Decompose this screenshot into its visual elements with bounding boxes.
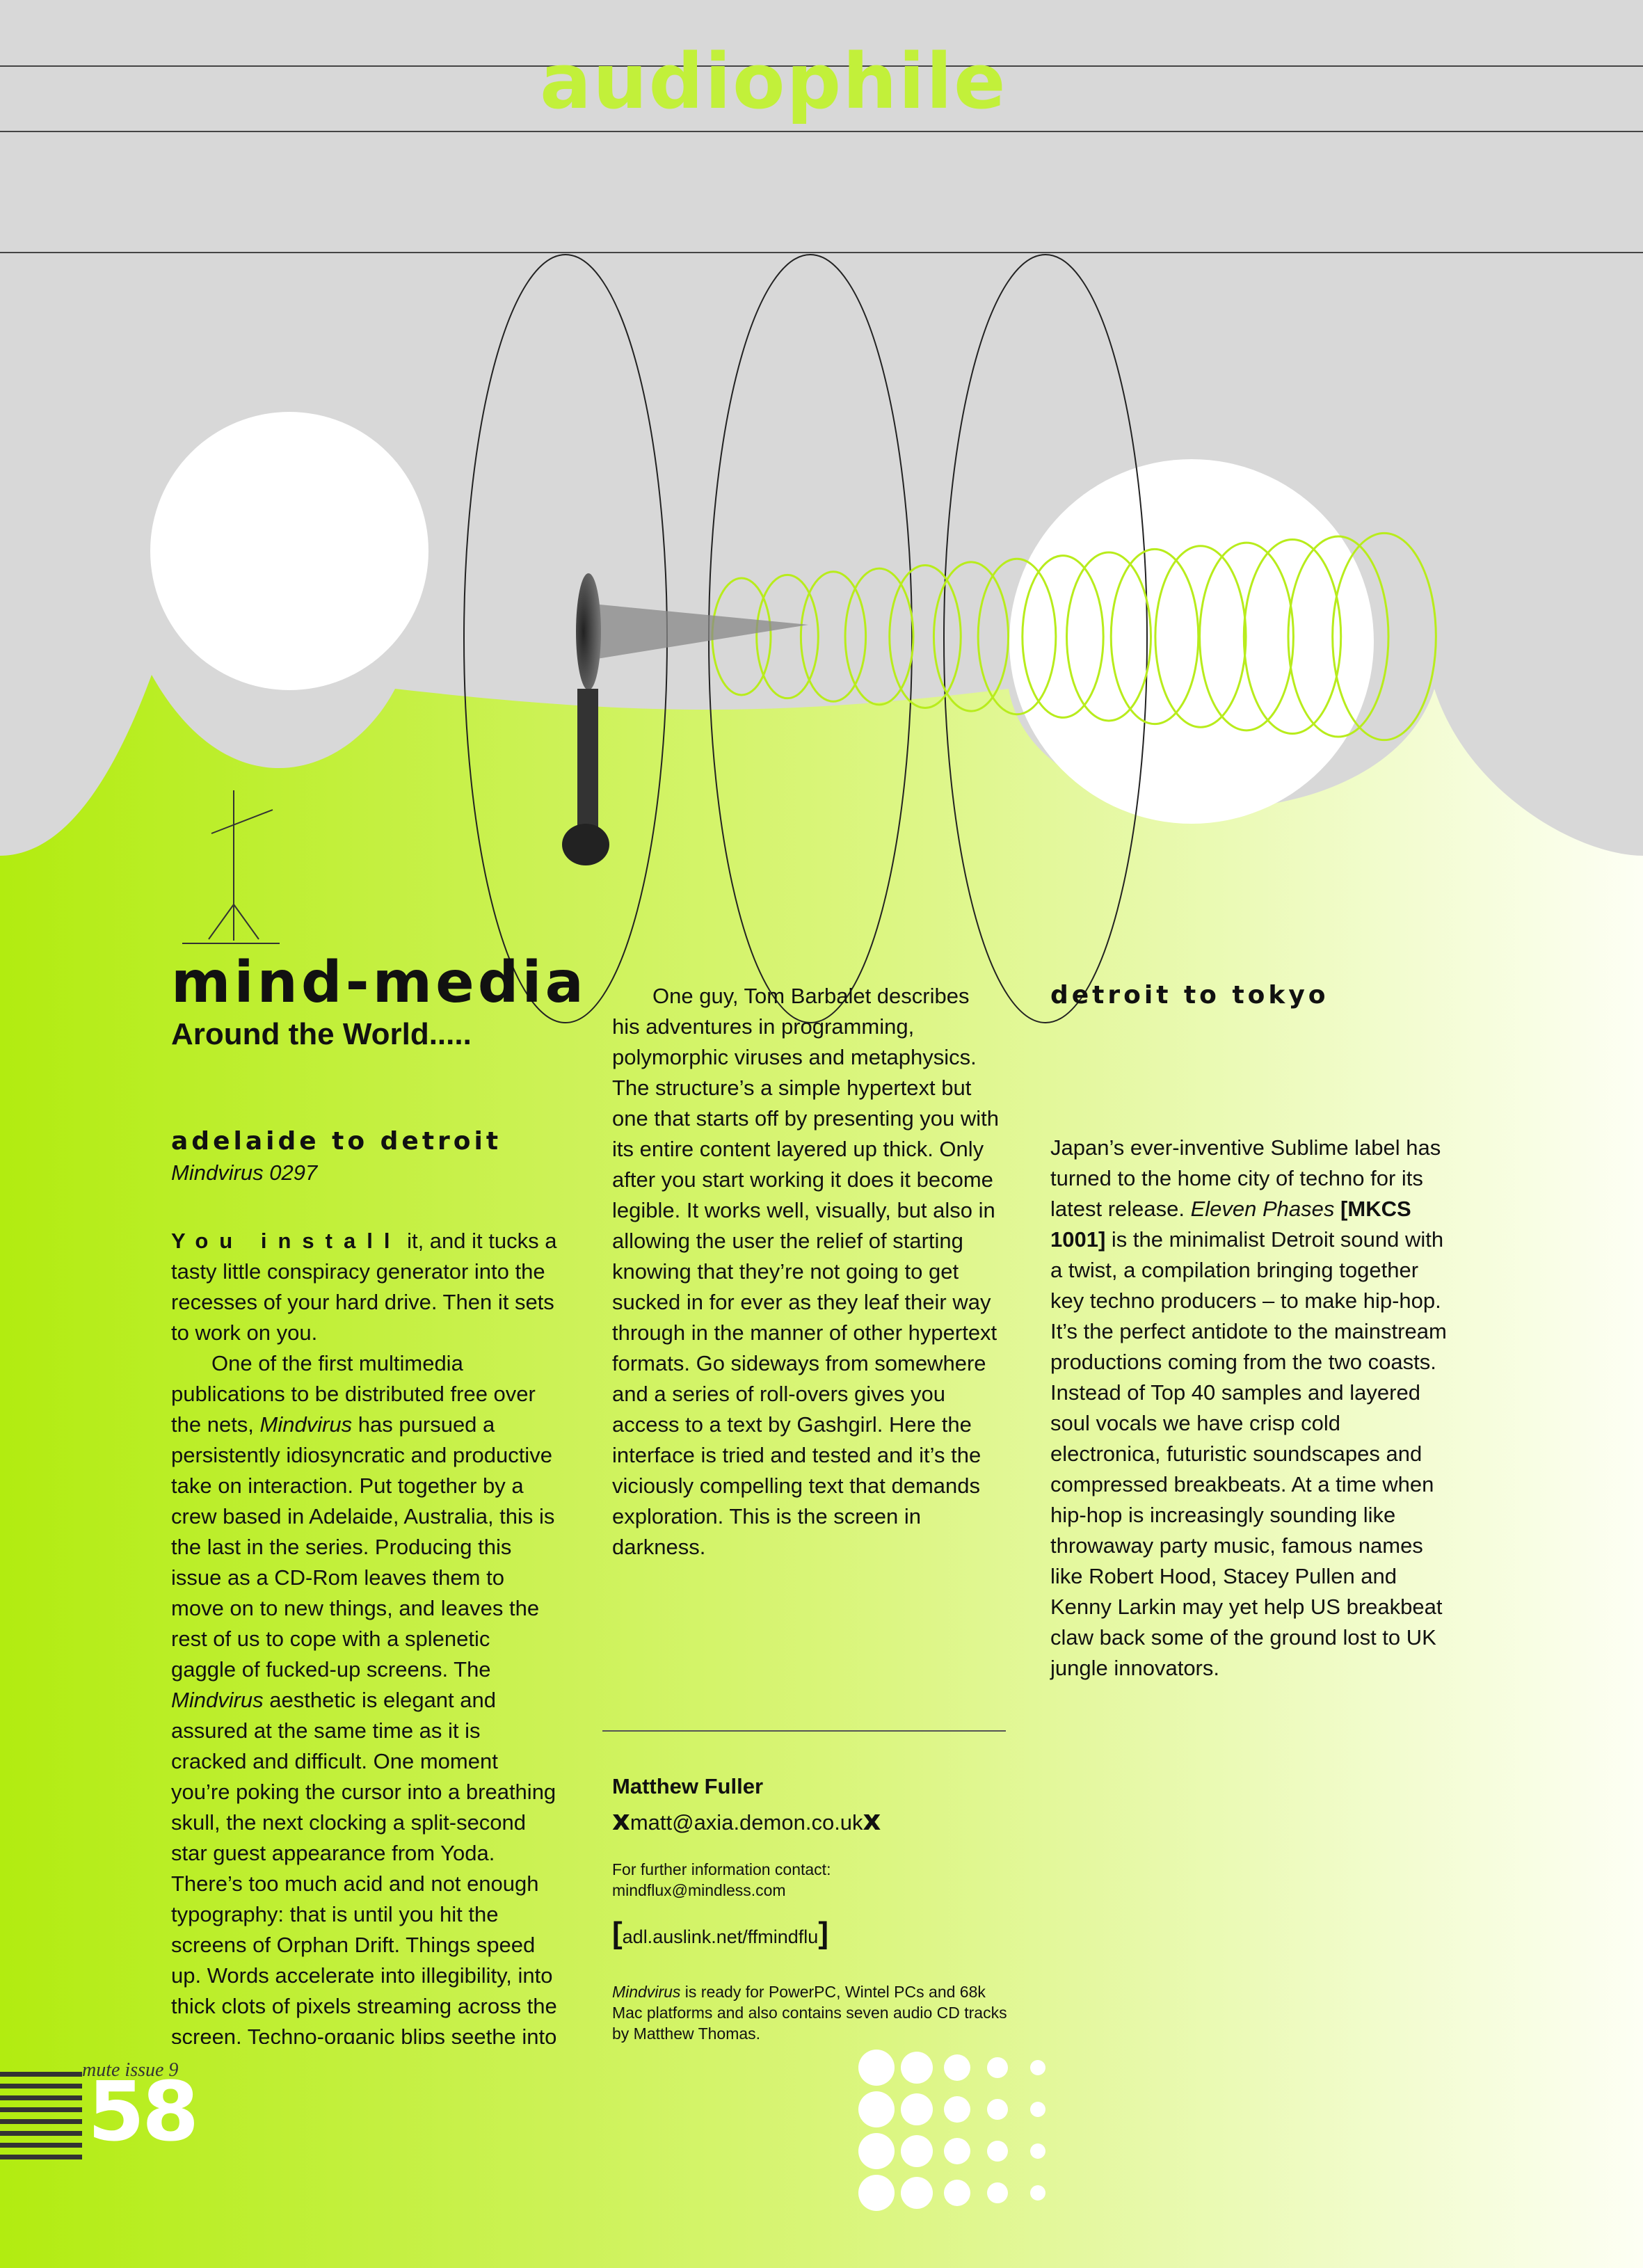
- column-three: Japan’s ever-inventive Sublime label has…: [1050, 1133, 1447, 1684]
- author-email: xmatt@axia.demon.co.ukx: [612, 1805, 881, 1837]
- halftone-dot: [858, 2091, 895, 2127]
- halftone-dot: [987, 2057, 1008, 2078]
- text: has pursued a persistently idiosyncratic…: [171, 1412, 555, 1682]
- magazine-page: audiophile mind-media Around the World..…: [0, 0, 1643, 2268]
- halftone-dot: [1030, 2143, 1045, 2159]
- paragraph: One guy, Tom Barbalet describes his adve…: [612, 984, 1000, 1559]
- halftone-dot: [944, 2096, 970, 2123]
- white-circle-right: [1009, 459, 1374, 824]
- platform-note: Mindvirus is ready for PowerPC, Wintel P…: [612, 1981, 1016, 2044]
- cross-mark: x: [863, 1805, 881, 1837]
- halftone-dot: [901, 2177, 933, 2209]
- halftone-dot: [987, 2099, 1008, 2120]
- halftone-dot: [901, 2093, 933, 2125]
- halftone-dot: [1030, 2185, 1045, 2201]
- halftone-dot: [1030, 2102, 1045, 2117]
- section-heading: detroit to tokyo: [1050, 981, 1329, 1009]
- halftone-dot: [858, 2175, 895, 2211]
- contact-email: mindflux@mindless.com: [612, 1881, 786, 1899]
- contact-block: For further information contact: mindflu…: [612, 1859, 831, 1901]
- contact-label: For further information contact:: [612, 1860, 831, 1878]
- section-heading: adelaide to detroit: [171, 1127, 502, 1156]
- halftone-dot: [901, 2135, 933, 2167]
- url-text: adl.auslink.net/ffmindflu: [622, 1926, 819, 1947]
- column-two: One guy, Tom Barbalet describes his adve…: [612, 981, 1002, 1704]
- halftone-dot: [944, 2138, 970, 2164]
- title-mention: Mindvirus: [259, 1412, 353, 1437]
- url-block: [adl.auslink.net/ffmindflu]: [612, 1916, 828, 1950]
- halftone-dot: [1030, 2060, 1045, 2075]
- page-number: 58: [88, 2063, 199, 2159]
- author-name: Matthew Fuller: [612, 1774, 764, 1798]
- lead-in: You install: [171, 1229, 401, 1253]
- halftone-dot: [858, 2050, 895, 2086]
- halftone-dot: [944, 2054, 970, 2081]
- release-title: Eleven Phases: [1190, 1197, 1335, 1221]
- paragraph: Japan’s ever-inventive Sublime label has…: [1050, 1133, 1447, 1684]
- cross-mark: x: [612, 1805, 630, 1837]
- title-mention: Mindvirus: [171, 1688, 264, 1712]
- halftone-dot: [987, 2141, 1008, 2162]
- article-title: mind-media: [171, 950, 587, 1016]
- header-rule: [0, 131, 1643, 132]
- halftone-dot: [858, 2133, 895, 2169]
- text: is the minimalist Detroit sound with a t…: [1050, 1227, 1447, 1680]
- text: aesthetic is elegant and assured at the …: [171, 1688, 557, 2044]
- article-subtitle: Around the World.....: [171, 1017, 472, 1051]
- email-text: matt@axia.demon.co.uk: [630, 1810, 863, 1835]
- item-label: Mindvirus 0297: [171, 1160, 318, 1185]
- halftone-dot: [901, 2052, 933, 2084]
- title-mention: Mindvirus: [612, 1983, 681, 2001]
- section-title: audiophile: [540, 37, 1007, 126]
- halftone-dot: [944, 2180, 970, 2206]
- halftone-dot: [987, 2182, 1008, 2203]
- header-rule: [0, 252, 1643, 253]
- paragraph: One of the first multimedia publications…: [171, 1348, 561, 2044]
- paragraph: You install it, and it tucks a tasty lit…: [171, 1226, 561, 1348]
- column-one: You install it, and it tucks a tasty lit…: [171, 1226, 561, 2044]
- white-circle-left: [150, 412, 428, 690]
